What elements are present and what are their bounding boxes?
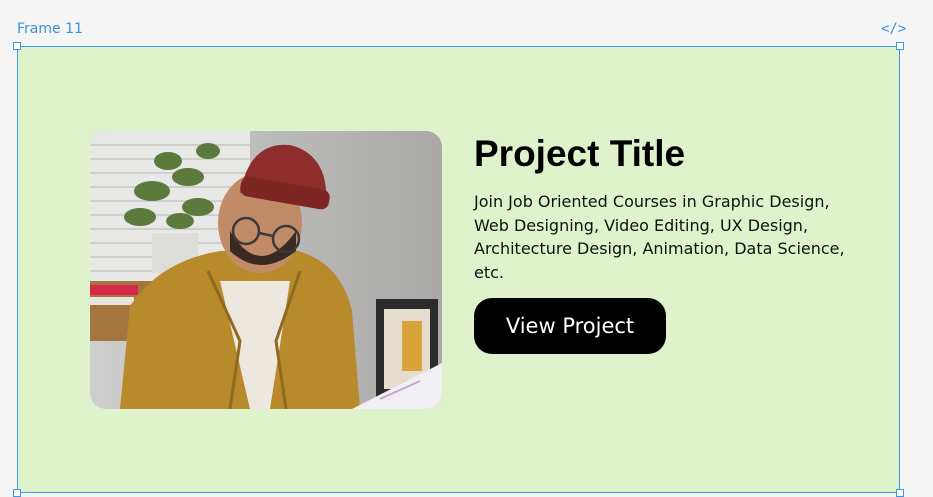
resize-handle-top-left[interactable] bbox=[13, 42, 21, 50]
photo-person-writing-icon bbox=[90, 131, 442, 409]
frame-label[interactable]: Frame 11 bbox=[17, 21, 83, 37]
view-project-button[interactable]: View Project bbox=[474, 298, 666, 354]
resize-handle-bottom-left[interactable] bbox=[13, 489, 21, 497]
resize-handle-bottom-right[interactable] bbox=[896, 489, 904, 497]
code-icon[interactable]: </> bbox=[881, 21, 906, 37]
project-title: Project Title bbox=[474, 133, 686, 174]
project-description: Join Job Oriented Courses in Graphic Des… bbox=[474, 192, 845, 282]
project-image bbox=[90, 131, 442, 409]
frame-11[interactable]: Project Title Join Job Oriented Courses … bbox=[13, 42, 904, 497]
resize-handle-top-right[interactable] bbox=[896, 42, 904, 50]
